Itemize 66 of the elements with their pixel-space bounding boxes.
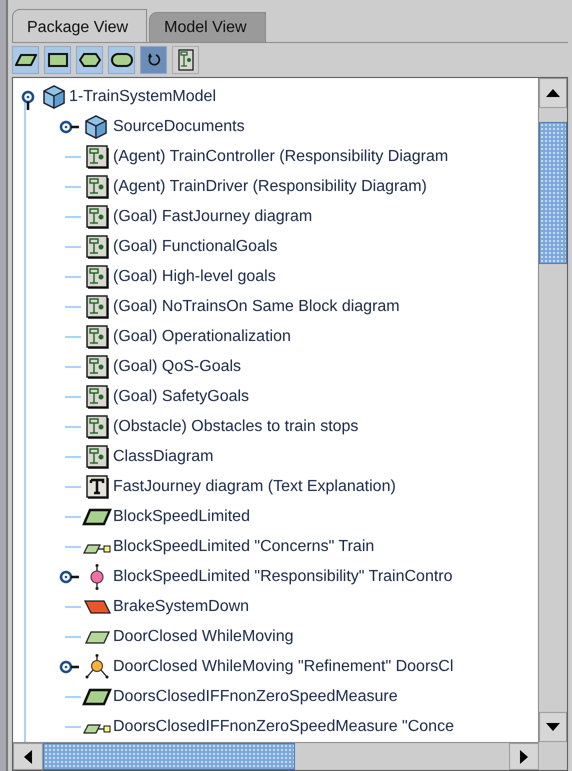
parallelogram-icon — [14, 53, 36, 67]
toolbar-button[interactable] — [140, 46, 167, 74]
down-arrow-icon — [546, 723, 560, 731]
rectangle-icon — [48, 53, 68, 67]
tree-item[interactable]: (Agent) TrainDriver (Responsibility Diagram) — [113, 178, 427, 196]
tree-item[interactable]: (Goal) QoS-Goals — [113, 358, 242, 376]
expand-handle-icon[interactable] — [19, 90, 37, 112]
tree-item[interactable]: (Agent) TrainController (Responsibility Diagram — [113, 148, 448, 166]
tree-item[interactable]: DoorClosed WhileMoving "Refinement" DoorsCl — [113, 658, 454, 676]
tree-item[interactable]: (Obstacle) Obstacles to train stops — [113, 418, 358, 436]
diagram-icon — [84, 444, 110, 470]
tree-item[interactable]: SourceDocuments — [113, 118, 245, 136]
text-document-icon — [84, 474, 110, 500]
tree-item[interactable]: ClassDiagram — [113, 448, 214, 466]
tree-item[interactable]: DoorsClosedIFFnonZeroSpeedMeasure "Conce — [113, 718, 454, 736]
diagram-icon — [84, 234, 110, 260]
expand-handle-icon[interactable] — [59, 120, 81, 134]
scroll-left-button[interactable] — [13, 743, 43, 770]
toolbar-button[interactable] — [12, 46, 39, 74]
node-icon — [84, 653, 110, 681]
tree-item[interactable]: DoorClosed WhileMoving — [113, 628, 294, 646]
diagram-icon — [84, 384, 110, 410]
diagram-icon — [84, 144, 110, 170]
tree-item[interactable]: (Goal) SafetyGoals — [113, 388, 250, 406]
tree-item[interactable]: (Goal) Operationalization — [113, 328, 291, 346]
tree-item[interactable]: (Goal) FunctionalGoals — [113, 238, 278, 256]
vertical-scrollbar[interactable] — [538, 78, 567, 742]
diagram-icon — [84, 174, 110, 200]
tree-item[interactable]: (Goal) NoTrainsOn Same Block diagram — [113, 298, 400, 316]
diagram-icon — [84, 204, 110, 230]
tree-item[interactable]: BlockSpeedLimited "Concerns" Train — [113, 538, 374, 556]
left-arrow-icon — [24, 750, 32, 764]
tree-item[interactable]: FastJourney diagram (Text Explanation) — [113, 478, 396, 496]
diagram-icon — [84, 294, 110, 320]
scroll-thumb[interactable] — [539, 122, 567, 264]
scroll-right-button[interactable] — [509, 743, 539, 770]
hexagon-icon — [78, 53, 100, 67]
diagram-icon — [178, 49, 194, 71]
tree-item[interactable]: DoorsClosedIFFnonZeroSpeedMeasure — [113, 688, 398, 706]
horizontal-scrollbar[interactable] — [13, 742, 539, 770]
scroll-thumb[interactable] — [43, 743, 295, 770]
toolbar-button[interactable] — [76, 46, 103, 74]
diagram-icon — [84, 264, 110, 290]
tree-item[interactable]: BlockSpeedLimited — [113, 508, 250, 526]
scroll-down-button[interactable] — [539, 712, 567, 742]
expand-handle-icon[interactable] — [59, 660, 81, 674]
tree-item[interactable]: 1-TrainSystemModel — [69, 88, 216, 106]
cycle-arrow-icon — [146, 52, 162, 68]
tab[interactable]: Model View — [149, 12, 266, 42]
tree-item[interactable]: (Goal) FastJourney diagram — [113, 208, 312, 226]
scroll-up-button[interactable] — [539, 78, 567, 108]
toolbar-button[interactable] — [172, 46, 199, 74]
toolbar-button[interactable] — [108, 46, 135, 74]
parallelogram-icon — [82, 507, 112, 527]
diagram-icon — [84, 354, 110, 380]
parallelogram-icon — [82, 687, 112, 707]
right-arrow-icon — [520, 750, 528, 764]
diagram-icon — [84, 414, 110, 440]
expand-handle-icon[interactable] — [59, 570, 81, 584]
tree-item[interactable]: BlockSpeedLimited "Responsibility" TrainContro — [113, 568, 453, 586]
tree-item[interactable]: (Goal) High-level goals — [113, 268, 276, 286]
toolbar-button[interactable] — [44, 46, 71, 74]
diagram-icon — [84, 324, 110, 350]
tab[interactable]: Package View — [12, 9, 148, 42]
up-arrow-icon — [546, 89, 560, 97]
tree-item[interactable]: BrakeSystemDown — [113, 598, 250, 616]
